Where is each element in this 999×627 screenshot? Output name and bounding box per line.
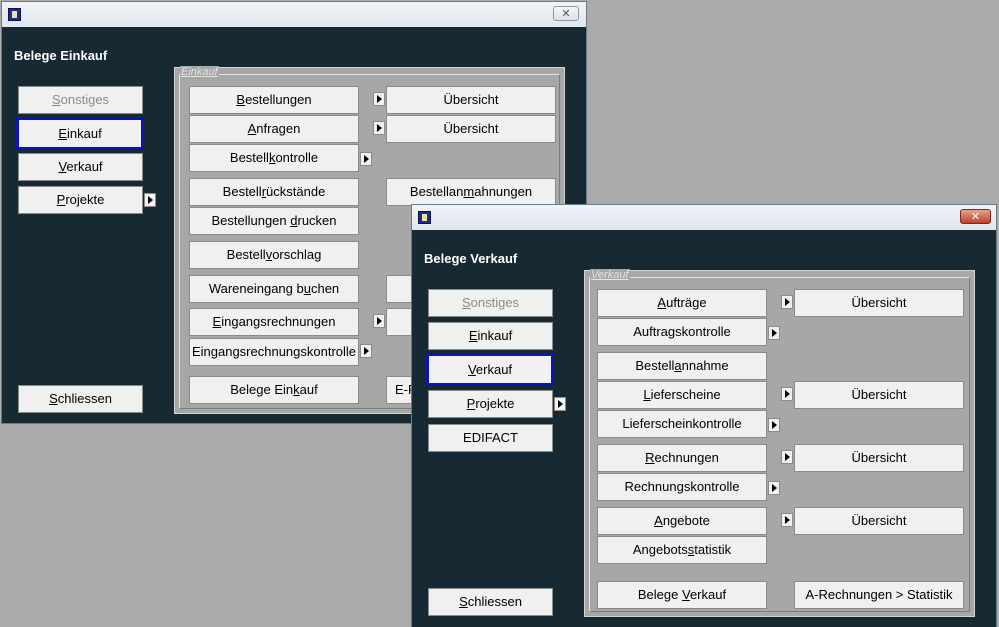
sonstiges-button[interactable]: Sonstiges xyxy=(18,86,143,114)
schliessen-button[interactable]: Schliessen xyxy=(18,385,143,413)
lieferscheine-uebersicht-button[interactable]: Übersicht xyxy=(794,381,964,409)
bestellkontrolle-arrow-icon[interactable] xyxy=(360,152,372,166)
verkauf-client-area: Belege Verkauf Sonstiges Einkauf Verkauf… xyxy=(412,230,996,627)
belege-verkauf-window: ✕ Belege Verkauf Sonstiges Einkauf Verka… xyxy=(411,204,997,627)
belege-einkauf-button[interactable]: Belege Einkauf xyxy=(189,376,359,404)
edifact-button[interactable]: EDIFACT xyxy=(428,424,553,452)
rechnungen-uebersicht-button[interactable]: Übersicht xyxy=(794,444,964,472)
einkauf-group-label: Einkauf xyxy=(180,66,219,78)
lieferscheinkontrolle-button[interactable]: Lieferscheinkontrolle xyxy=(597,410,767,438)
verkauf-group-label: Verkauf xyxy=(590,269,630,281)
verkauf-close-button[interactable]: ✕ xyxy=(960,209,991,224)
app-icon xyxy=(8,8,21,21)
eingangsrechnungen-arrow-icon[interactable] xyxy=(373,314,385,328)
bestellungen-drucken-button[interactable]: Bestellungen drucken xyxy=(189,207,359,235)
lieferscheinkontrolle-arrow-icon[interactable] xyxy=(768,418,780,432)
anfragen-arrow-icon[interactable] xyxy=(373,121,385,135)
auftraege-uebersicht-button[interactable]: Übersicht xyxy=(794,289,964,317)
projekte-button[interactable]: Projekte xyxy=(428,390,553,418)
einkauf-button[interactable]: Einkauf xyxy=(16,117,144,150)
anfragen-button[interactable]: Anfragen xyxy=(189,115,359,143)
angebote-button[interactable]: Angebote xyxy=(597,507,767,535)
bestellanmahnungen-button[interactable]: Bestellanmahnungen xyxy=(386,178,556,206)
bestellungen-button[interactable]: Bestellungen xyxy=(189,86,359,114)
rechnungen-arrow-icon[interactable] xyxy=(781,450,793,464)
angebotsstatistik-button[interactable]: Angebotsstatistik xyxy=(597,536,767,564)
einkauf-button[interactable]: Einkauf xyxy=(428,322,553,350)
angebote-uebersicht-button[interactable]: Übersicht xyxy=(794,507,964,535)
bestellkontrolle-button[interactable]: Bestellkontrolle xyxy=(189,144,359,172)
auftragskontrolle-button[interactable]: Auftragskontrolle xyxy=(597,318,767,346)
einkauf-title-bar[interactable]: ✕ xyxy=(2,2,586,28)
eingangsrechnungskontrolle-arrow-icon[interactable] xyxy=(360,344,372,358)
schliessen-button[interactable]: Schliessen xyxy=(428,588,553,616)
bestellungen-arrow-icon[interactable] xyxy=(373,92,385,106)
bestellannahme-button[interactable]: Bestellannahme xyxy=(597,352,767,380)
rechnungen-button[interactable]: Rechnungen xyxy=(597,444,767,472)
angebote-arrow-icon[interactable] xyxy=(781,513,793,527)
verkauf-window-heading: Belege Verkauf xyxy=(424,251,518,266)
verkauf-group: Verkauf Aufträge Übersicht Auftragskontr… xyxy=(584,269,975,617)
einkauf-close-button[interactable]: ✕ xyxy=(553,6,579,21)
lieferscheine-button[interactable]: Lieferscheine xyxy=(597,381,767,409)
projekte-arrow-icon[interactable] xyxy=(554,397,566,411)
bestellvorschlag-button[interactable]: Bestellvorschlag xyxy=(189,241,359,269)
einkauf-window-heading: Belege Einkauf xyxy=(14,48,108,63)
bestellrueckstaende-button[interactable]: Bestellrückstände xyxy=(189,178,359,206)
belege-verkauf-button[interactable]: Belege Verkauf xyxy=(597,581,767,609)
auftraege-button[interactable]: Aufträge xyxy=(597,289,767,317)
anfragen-uebersicht-button[interactable]: Übersicht xyxy=(386,115,556,143)
lieferscheine-arrow-icon[interactable] xyxy=(781,387,793,401)
app-icon xyxy=(418,211,431,224)
verkauf-title-bar[interactable]: ✕ xyxy=(412,205,996,231)
rechnungskontrolle-arrow-icon[interactable] xyxy=(768,481,780,495)
projekte-button[interactable]: Projekte xyxy=(18,186,143,214)
verkauf-button[interactable]: Verkauf xyxy=(18,153,143,181)
verkauf-button[interactable]: Verkauf xyxy=(426,353,554,386)
eingangsrechnungskontrolle-button[interactable]: Eingangsrechnungskontrolle xyxy=(189,338,359,366)
wareneingang-buchen-button[interactable]: Wareneingang buchen xyxy=(189,275,359,303)
sonstiges-button[interactable]: Sonstiges xyxy=(428,289,553,317)
bestellungen-uebersicht-button[interactable]: Übersicht xyxy=(386,86,556,114)
auftraege-arrow-icon[interactable] xyxy=(781,295,793,309)
eingangsrechnungen-button[interactable]: Eingangsrechnungen xyxy=(189,308,359,336)
auftragskontrolle-arrow-icon[interactable] xyxy=(768,326,780,340)
projekte-arrow-icon[interactable] xyxy=(144,193,156,207)
rechnungskontrolle-button[interactable]: Rechnungskontrolle xyxy=(597,473,767,501)
a-rechnungen-statistik-button[interactable]: A-Rechnungen > Statistik xyxy=(794,581,964,609)
